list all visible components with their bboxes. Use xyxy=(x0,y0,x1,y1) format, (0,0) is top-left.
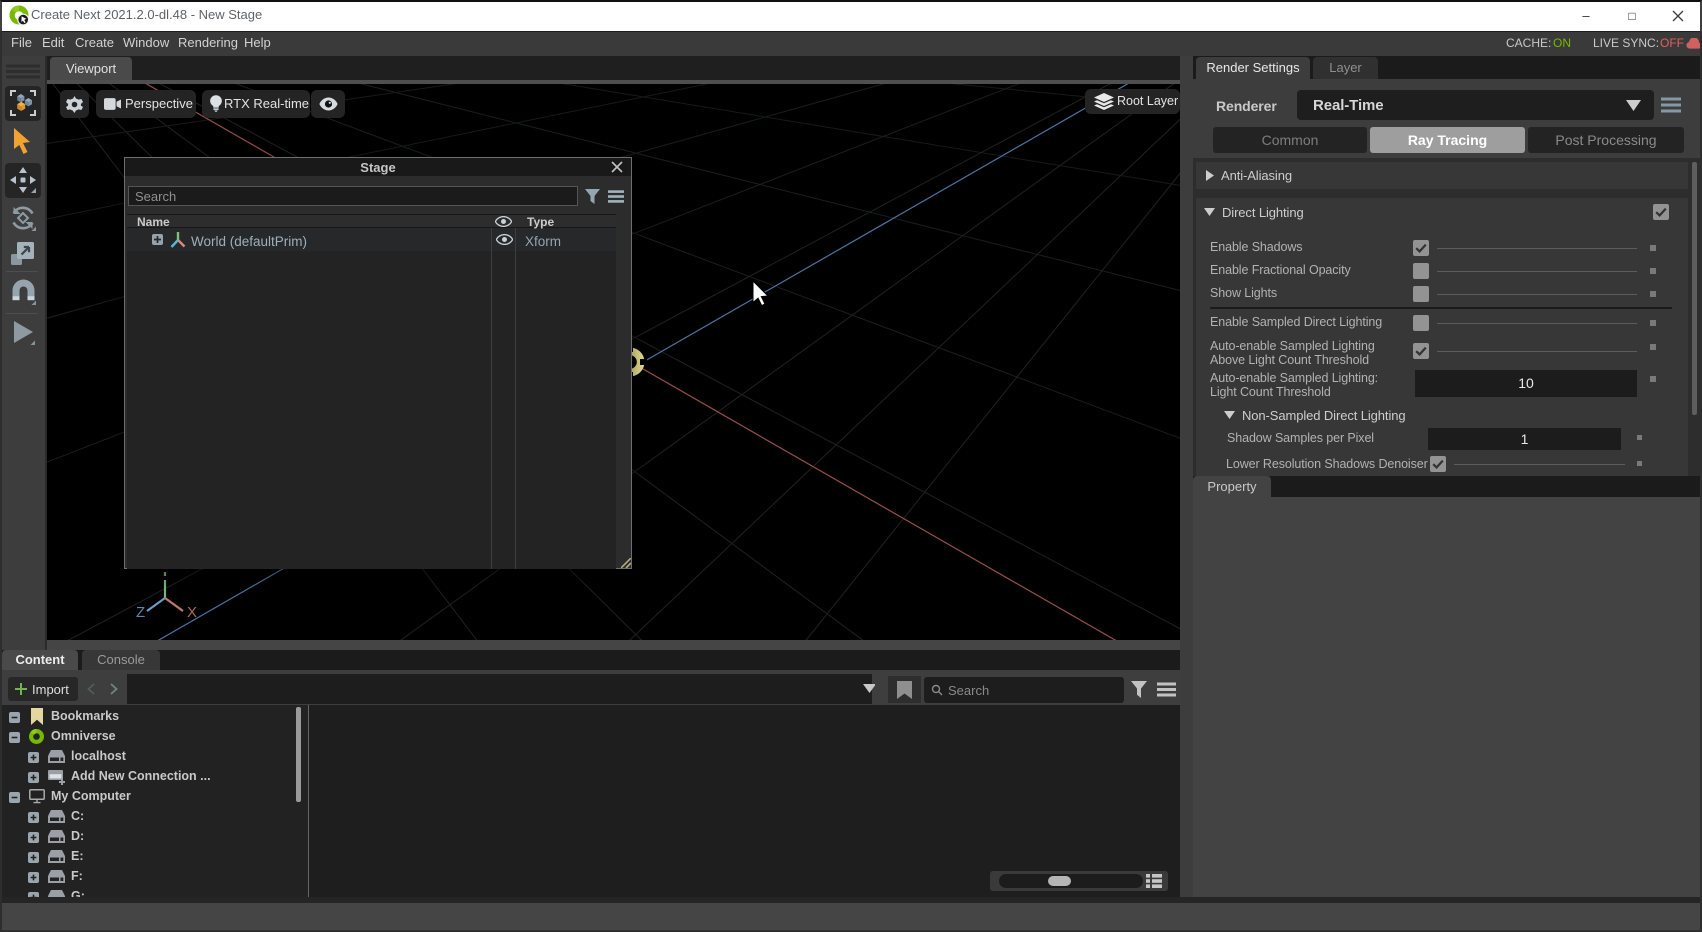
svg-text:X: X xyxy=(187,604,197,621)
svg-text:Z: Z xyxy=(136,604,145,621)
